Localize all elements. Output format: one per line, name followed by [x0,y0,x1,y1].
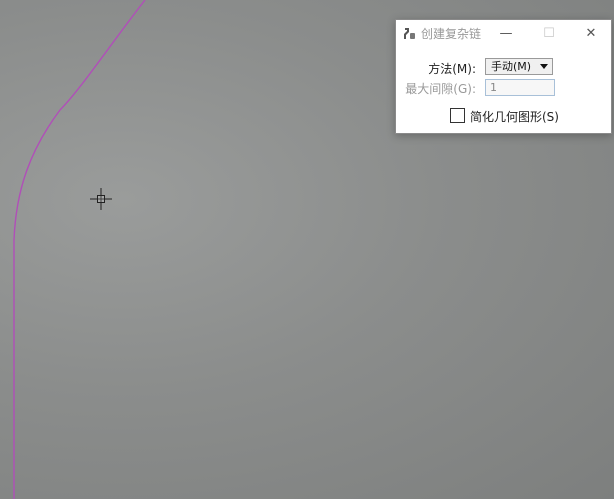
minimize-icon: — [499,25,513,41]
maximize-icon: ☐ [543,25,555,41]
minimize-button[interactable]: — [489,20,523,46]
method-label: 方法(M): [428,62,476,76]
max-gap-label: 最大间隙(G): [405,82,476,96]
crosshair-cursor-icon [90,188,112,210]
dialog-titlebar[interactable]: 创建复杂链 — ☐ ✕ [396,20,611,46]
dialog-title: 创建复杂链 [421,27,482,41]
simplify-geometry-checkbox[interactable] [450,108,465,123]
dropdown-arrow-icon [540,64,548,69]
close-button[interactable]: ✕ [574,20,608,46]
max-gap-input[interactable] [485,79,555,96]
simplify-geometry-label[interactable]: 简化几何图形(S) [470,108,559,125]
method-select[interactable]: 手动(M) [485,58,553,75]
close-icon: ✕ [585,25,597,41]
chain-tool-icon [404,28,415,39]
maximize-button[interactable]: ☐ [532,20,566,46]
method-select-value: 手动(M) [491,60,532,73]
create-complex-chain-dialog: 创建复杂链 — ☐ ✕ 方法(M): 手动(M) 最大间隙(G): 简化几何图形… [395,19,612,134]
